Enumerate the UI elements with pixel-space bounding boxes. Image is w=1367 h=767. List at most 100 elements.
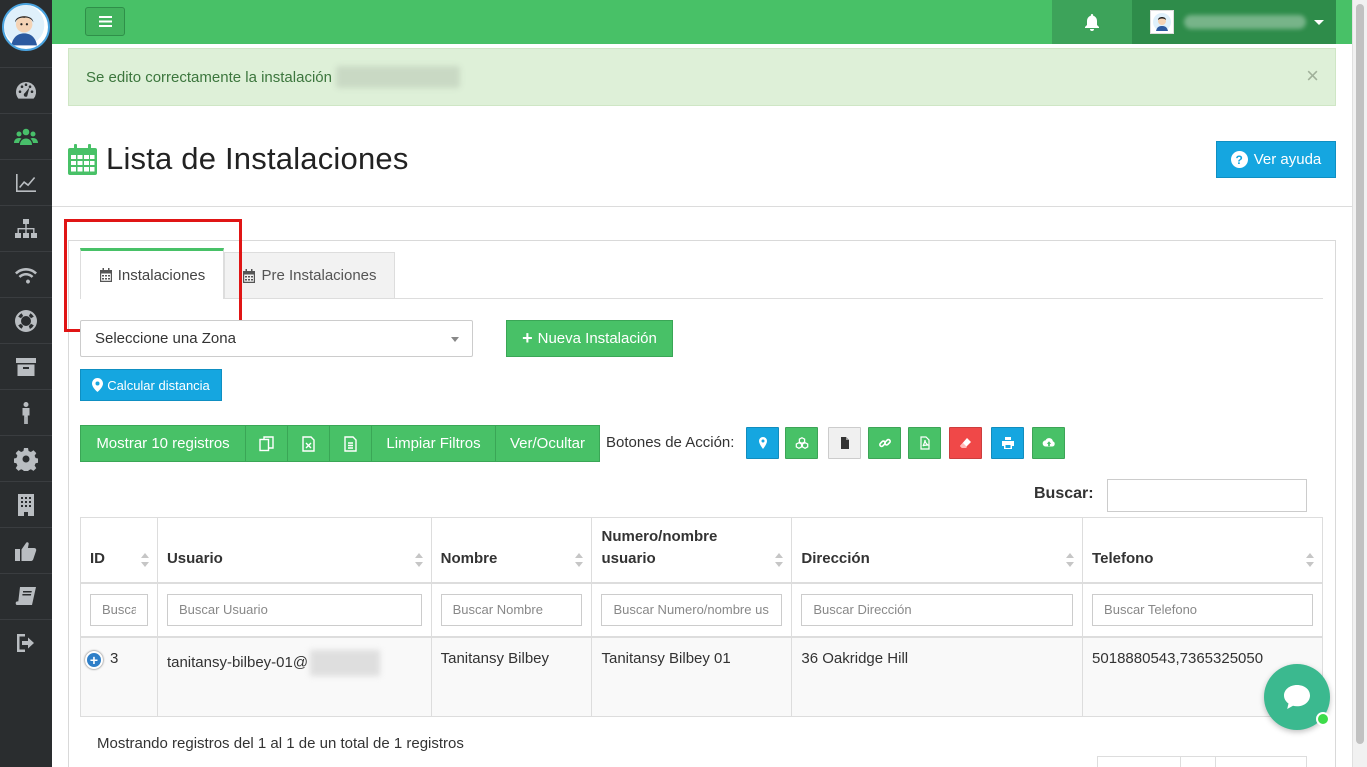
sidebar-item-archive[interactable] bbox=[0, 343, 52, 389]
action-document-button[interactable] bbox=[828, 427, 861, 459]
alert-close-button[interactable]: × bbox=[1306, 63, 1319, 89]
action-upload-button[interactable] bbox=[1032, 427, 1065, 459]
avatar[interactable] bbox=[2, 3, 50, 51]
column-header-label: ID bbox=[90, 549, 105, 567]
scrollbar-thumb[interactable] bbox=[1356, 4, 1364, 744]
column-header-telefono[interactable]: Telefono bbox=[1082, 517, 1323, 584]
sidebar-item-logout[interactable] bbox=[0, 619, 52, 665]
table-toolbar: Mostrar 10 registros Limpiar Filtros Ver… bbox=[80, 425, 600, 462]
sidebar bbox=[0, 0, 52, 767]
print-icon bbox=[1001, 437, 1014, 449]
filter-telefono-input[interactable] bbox=[1092, 593, 1313, 626]
sidebar-item-dashboard[interactable] bbox=[0, 67, 52, 113]
dashboard-icon bbox=[16, 81, 37, 99]
chevron-down-icon bbox=[1314, 19, 1324, 25]
sidebar-item-feedback[interactable] bbox=[0, 527, 52, 573]
filter-nombre-input[interactable] bbox=[440, 593, 583, 626]
thumbs-up-icon bbox=[15, 541, 37, 561]
filter-cell bbox=[80, 582, 158, 638]
notifications-button[interactable] bbox=[1052, 0, 1132, 44]
user-email-redacted bbox=[1184, 15, 1306, 29]
hamburger-icon bbox=[98, 16, 112, 27]
question-circle-icon: ? bbox=[1230, 151, 1248, 168]
sidebar-item-docs[interactable] bbox=[0, 573, 52, 619]
copy-button[interactable] bbox=[246, 425, 288, 462]
csv-export-button[interactable] bbox=[330, 425, 372, 462]
calendar-icon bbox=[68, 143, 97, 175]
sidebar-item-settings[interactable] bbox=[0, 435, 52, 481]
header-divider bbox=[52, 206, 1352, 207]
menu-toggle-button[interactable] bbox=[85, 7, 125, 36]
clear-filters-button[interactable]: Limpiar Filtros bbox=[372, 425, 496, 462]
table-row[interactable]: +3 tanitansy-bilbey-01@ Tanitansy Bilbey… bbox=[80, 636, 1323, 717]
sidebar-item-wifi[interactable] bbox=[0, 251, 52, 297]
filter-direccion-input[interactable] bbox=[801, 593, 1074, 626]
global-search-input[interactable] bbox=[1107, 479, 1307, 512]
user-menu[interactable] bbox=[1132, 0, 1336, 44]
cell-id: +3 bbox=[80, 636, 158, 717]
action-group-button[interactable] bbox=[785, 427, 818, 459]
user-avatar-icon bbox=[1153, 13, 1171, 31]
page-title: Lista de Instalaciones bbox=[106, 141, 409, 176]
file-text-icon bbox=[344, 435, 357, 452]
person-icon bbox=[22, 401, 30, 424]
sort-icon bbox=[140, 552, 149, 567]
action-link-button[interactable] bbox=[868, 427, 901, 459]
calendar-icon bbox=[99, 268, 112, 282]
user-avatar bbox=[1150, 10, 1174, 34]
column-header-usuario[interactable]: Usuario bbox=[156, 517, 432, 584]
success-alert: Se edito correctamente la instalación × bbox=[68, 48, 1336, 106]
show-records-button[interactable]: Mostrar 10 registros bbox=[80, 425, 246, 462]
sidebar-item-support[interactable] bbox=[0, 297, 52, 343]
column-header-label: Usuario bbox=[166, 549, 223, 567]
sidebar-item-network[interactable] bbox=[0, 205, 52, 251]
cell-direccion: 36 Oakridge Hill bbox=[791, 636, 1084, 717]
file-excel-icon bbox=[302, 435, 315, 452]
table-info: Mostrando registros del 1 al 1 de un tot… bbox=[97, 735, 464, 752]
column-header-nombre[interactable]: Nombre bbox=[430, 517, 593, 584]
column-visibility-button[interactable]: Ver/Ocultar bbox=[496, 425, 600, 462]
cloud-upload-icon bbox=[1042, 438, 1055, 447]
excel-export-button[interactable] bbox=[288, 425, 330, 462]
chart-line-icon bbox=[16, 173, 36, 192]
pagination[interactable] bbox=[1097, 756, 1307, 767]
help-button[interactable]: ? Ver ayuda bbox=[1216, 141, 1336, 178]
sidebar-item-person[interactable] bbox=[0, 389, 52, 435]
sort-icon bbox=[775, 552, 784, 567]
filter-numero-input[interactable] bbox=[601, 593, 783, 626]
action-print-button[interactable] bbox=[991, 427, 1024, 459]
zone-select[interactable]: Seleccione una Zona bbox=[80, 320, 473, 357]
cell-usuario: tanitansy-bilbey-01@ bbox=[156, 636, 432, 717]
column-header-id[interactable]: ID bbox=[80, 517, 158, 584]
column-header-label: Telefono bbox=[1092, 549, 1154, 567]
action-pdf-button[interactable] bbox=[908, 427, 941, 459]
eraser-icon bbox=[959, 438, 971, 448]
calculate-distance-label: Calcular distancia bbox=[107, 377, 210, 393]
calculate-distance-button[interactable]: Calcular distancia bbox=[80, 369, 222, 401]
column-visibility-label: Ver/Ocultar bbox=[509, 435, 586, 452]
sort-icon bbox=[575, 552, 584, 567]
file-pdf-icon bbox=[919, 436, 930, 450]
action-erase-button[interactable] bbox=[949, 427, 982, 459]
book-icon bbox=[15, 586, 36, 605]
expand-row-icon[interactable]: + bbox=[85, 650, 103, 669]
tab-instalaciones[interactable]: Instalaciones bbox=[80, 248, 224, 299]
action-map-button[interactable] bbox=[746, 427, 779, 459]
cell-nombre: Tanitansy Bilbey bbox=[430, 636, 593, 717]
building-icon bbox=[18, 493, 34, 516]
show-records-label: Mostrar 10 registros bbox=[96, 435, 230, 452]
life-ring-icon bbox=[15, 309, 37, 332]
sidebar-item-users[interactable] bbox=[0, 113, 52, 159]
cell-usuario-value: tanitansy-bilbey-01@ bbox=[166, 653, 309, 671]
filter-usuario-input[interactable] bbox=[166, 593, 422, 626]
chat-widget-button[interactable] bbox=[1264, 664, 1330, 730]
sidebar-item-stats[interactable] bbox=[0, 159, 52, 205]
filter-id-input[interactable] bbox=[90, 593, 148, 626]
sort-icon bbox=[414, 552, 423, 567]
new-installation-button[interactable]: + Nueva Instalación bbox=[506, 320, 673, 357]
column-header-direccion[interactable]: Dirección bbox=[791, 517, 1084, 584]
sidebar-item-buildings[interactable] bbox=[0, 481, 52, 527]
tab-pre-instalaciones[interactable]: Pre Instalaciones bbox=[224, 252, 395, 298]
column-header-numero[interactable]: Numero/nombre usuario bbox=[591, 517, 793, 584]
page-scrollbar[interactable] bbox=[1352, 0, 1367, 767]
